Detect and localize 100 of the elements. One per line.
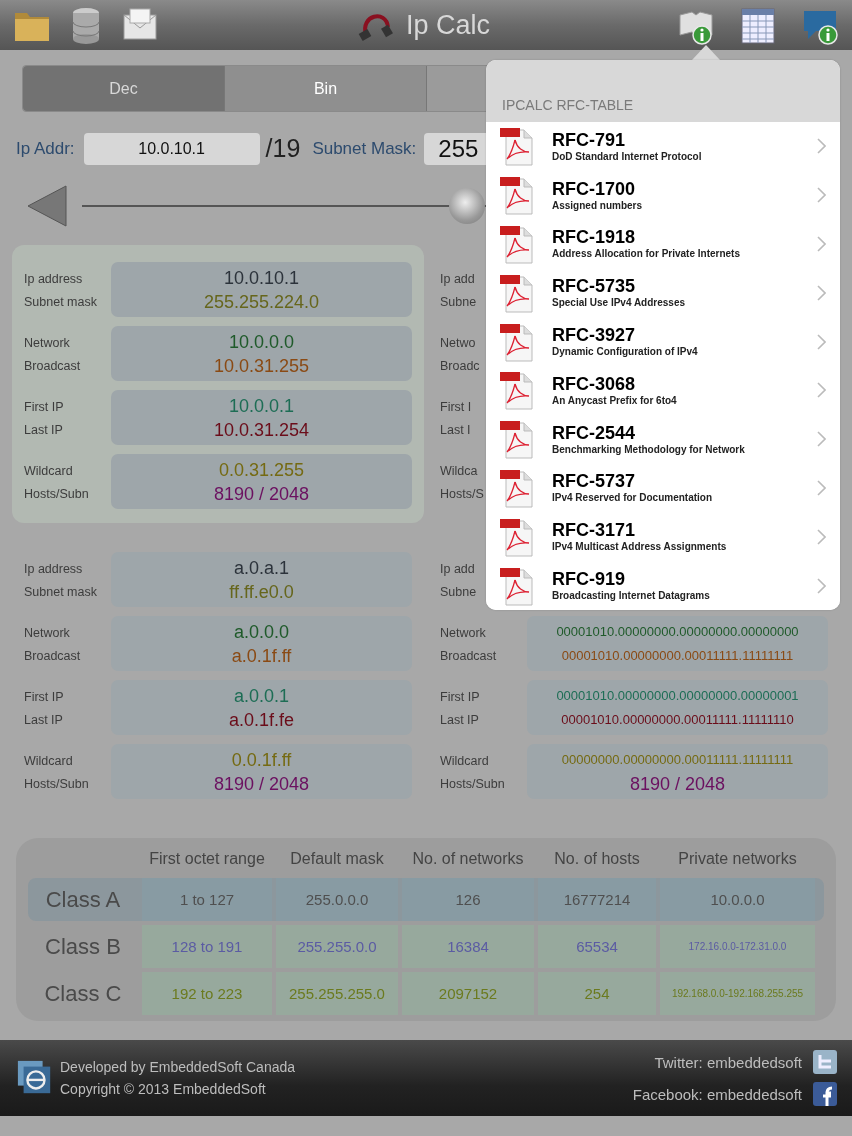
row-label: Subne (440, 585, 478, 599)
rfc-list-item[interactable]: RFC-919 Broadcasting Internet Datagrams (486, 561, 840, 610)
value-text: 10.0.31.254 (213, 418, 310, 442)
rfc-list-item[interactable]: RFC-791 DoD Standard Internet Protocol (486, 122, 840, 171)
table-cell: 128 to 191 (142, 925, 272, 968)
pdf-file-icon (500, 126, 534, 167)
pdf-file-icon (500, 467, 534, 508)
footer-text: Developed by EmbeddedSoft Canada (60, 1059, 296, 1075)
pdf-file-icon (500, 175, 534, 216)
table-cell: 255.0.0.0 (276, 878, 398, 921)
row-label: Network (440, 626, 487, 640)
value-text: a.0.1f.fe (228, 708, 295, 732)
rfc-list-item[interactable]: RFC-2544 Benchmarking Methodology for Network (486, 414, 840, 464)
value-text: 8190 / 2048 (629, 772, 726, 796)
chevron-icon (817, 577, 826, 594)
rfc-list-item[interactable]: RFC-1700 Assigned numbers (486, 170, 840, 220)
row-label: Wildcard (24, 754, 74, 768)
table-cell: 65534 (538, 925, 656, 968)
row-label: Ip address (24, 562, 84, 576)
value-text: 10.0.0.1 (228, 394, 295, 418)
row-label: Broadc (440, 359, 481, 373)
slider-thumb[interactable] (449, 188, 486, 224)
pdf-file-icon (500, 419, 534, 460)
prefix-length: /19 (265, 134, 301, 163)
column-header: Default mask (289, 849, 385, 869)
row-label: First I (440, 400, 473, 414)
row-label: Network (24, 626, 71, 640)
value-text: 00001010.00000000.00000000.00000001 (556, 686, 799, 705)
column-header: Private networks (677, 849, 798, 869)
value-text: ff.ff.e0.0 (229, 580, 294, 604)
row-label: Hosts/Subn (440, 777, 506, 791)
chevron-icon (817, 431, 826, 448)
table-cell: 255.255.0.0 (276, 925, 398, 968)
row-label: Ip address (24, 272, 84, 286)
bird-icon[interactable] (812, 1049, 838, 1075)
chevron-icon (817, 187, 826, 204)
row-label: Hosts/S (440, 487, 485, 501)
rfc-list-item[interactable]: RFC-3068 An Anycast Prefix for 6to4 (486, 366, 840, 415)
value-text: 0.0.31.255 (218, 458, 305, 482)
row-label: Wildcard (440, 754, 490, 768)
table-cell: 192 to 223 (142, 972, 272, 1015)
value-text: a.0.a.1 (233, 556, 289, 580)
value-text: 00001010.00000000.00011111.11111110 (561, 710, 794, 729)
chevron-icon (817, 138, 826, 155)
popover-title: IPCALC RFC-TABLE (501, 97, 634, 115)
table-cell: 172.16.0.0-172.31.0.0 (660, 925, 815, 968)
row-label: Subnet mask (24, 585, 98, 599)
facebook-handle: Facebook: embeddedsoft (632, 1085, 802, 1103)
rfc-list-item[interactable]: RFC-1918 Address Allocation for Private Internets (486, 219, 840, 269)
table-icon[interactable] (738, 5, 778, 45)
value-text: 255.255.224.0 (203, 290, 320, 314)
row-label: Netwo (440, 336, 477, 350)
table-cell: 16777214 (538, 878, 656, 921)
row-header: Class C (43, 980, 123, 1008)
row-label: Last IP (24, 423, 64, 437)
table-cell: 255.255.255.0 (276, 972, 398, 1015)
table-cell: 10.0.0.0 (660, 878, 815, 921)
row-label: Broadcast (440, 649, 498, 663)
pdf-file-icon (500, 516, 534, 557)
f-letter-icon[interactable] (812, 1081, 838, 1107)
row-label: First IP (440, 690, 481, 704)
ip-address-field[interactable]: 10.0.10.1 (83, 132, 260, 165)
rfc-list-item[interactable]: RFC-3927 Dynamic Configuration of IPv4 (486, 317, 840, 366)
row-label: Broadcast (24, 649, 82, 663)
pdf-file-icon (500, 321, 534, 362)
value-text: 0.0.1f.ff (231, 748, 292, 772)
chevron-icon (817, 284, 826, 301)
row-label: Broadcast (24, 359, 82, 373)
value-text: 10.0.0.0 (228, 330, 295, 354)
value-text: 10.0.31.255 (213, 354, 310, 378)
rfc-list-item[interactable]: RFC-5737 IPv4 Reserved for Documentation (486, 463, 840, 513)
row-label: Last I (440, 423, 472, 437)
footer-text: Copyright © 2013 EmbeddedSoft (60, 1081, 267, 1097)
row-label: Hosts/Subn (24, 777, 90, 791)
row-label: First IP (24, 400, 65, 414)
row-label: Wildcard (24, 464, 74, 478)
left-arrow-icon[interactable] (26, 184, 68, 228)
value-text: a.0.1f.ff (231, 644, 292, 668)
twitter-handle: Twitter: embeddedsoft (654, 1053, 802, 1071)
row-header: Class B (44, 933, 122, 961)
field-label: Subnet Mask: (312, 138, 417, 159)
value-text: 00000000.00000000.00011111.11111111 (561, 750, 794, 769)
table-cell: 192.168.0.0-192.168.255.255 (660, 972, 815, 1015)
pdf-file-icon (500, 224, 534, 264)
column-header: No. of hosts (553, 849, 641, 869)
row-label: Network (24, 336, 71, 350)
row-label: Subnet mask (24, 295, 98, 309)
chevron-icon (817, 236, 826, 252)
value-text: 8190 / 2048 (213, 772, 310, 796)
row-label: Last IP (24, 713, 64, 727)
chevron-icon (817, 479, 826, 496)
chevron-icon (817, 333, 826, 350)
value-text: 00001010.00000000.00011111.11111111 (561, 646, 794, 665)
rfc-list-item[interactable]: RFC-5735 Special Use IPv4 Addresses (486, 268, 840, 318)
table-cell: 126 (402, 878, 534, 921)
table-cell: 254 (538, 972, 656, 1015)
app-title: Ip Calc (406, 9, 491, 41)
rfc-list-item[interactable]: RFC-3171 IPv4 Multicast Address Assignments (486, 512, 840, 562)
field-label: Ip Addr: (16, 138, 75, 159)
column-header: First octet range (148, 849, 266, 869)
